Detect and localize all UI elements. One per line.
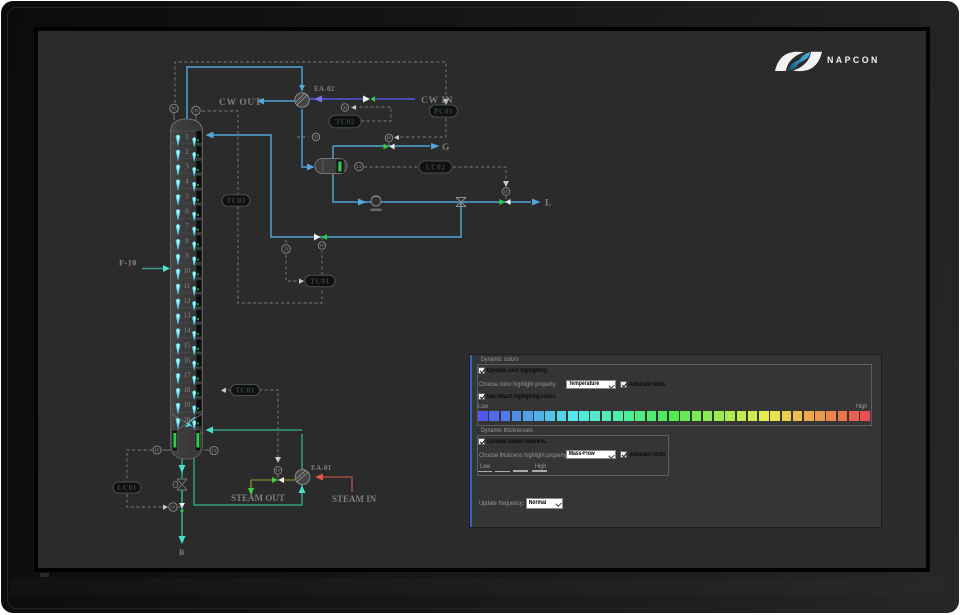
- svg-text:9: 9: [185, 252, 189, 260]
- svg-text:G: G: [442, 143, 450, 153]
- svg-text:CW OUT: CW OUT: [219, 98, 262, 108]
- svg-text:8: 8: [185, 237, 189, 245]
- svg-text:2: 2: [185, 148, 189, 156]
- svg-text:18: 18: [184, 386, 192, 394]
- svg-text:3: 3: [185, 163, 189, 171]
- svg-text:B: B: [179, 548, 185, 557]
- svg-text:15: 15: [184, 342, 192, 350]
- svg-text:STEAM IN: STEAM IN: [332, 494, 377, 504]
- svg-text:LC02: LC02: [426, 163, 446, 172]
- svg-text:TC02: TC02: [335, 117, 355, 126]
- svg-text:7: 7: [185, 222, 189, 230]
- svg-text:CW IN: CW IN: [421, 96, 453, 106]
- svg-text:6: 6: [185, 207, 189, 215]
- svg-text:F-10: F-10: [119, 258, 137, 268]
- svg-text:AI: AI: [343, 105, 348, 110]
- svg-text:EA-01: EA-01: [311, 464, 332, 472]
- svg-text:TC03: TC03: [226, 196, 246, 205]
- svg-text:17: 17: [184, 371, 192, 379]
- svg-text:14: 14: [184, 327, 192, 335]
- svg-text:LI: LI: [357, 164, 361, 169]
- svg-text:PT: PT: [172, 106, 177, 111]
- svg-text:TI: TI: [284, 247, 288, 252]
- svg-text:TV: TV: [319, 243, 324, 248]
- svg-text:LI: LI: [212, 448, 216, 453]
- svg-text:LC01: LC01: [117, 483, 137, 492]
- svg-text:PV: PV: [386, 136, 391, 141]
- svg-text:16: 16: [184, 356, 192, 364]
- svg-text:LT: LT: [155, 448, 160, 453]
- svg-text:12: 12: [184, 297, 192, 305]
- svg-text:LV: LV: [171, 505, 176, 510]
- svg-text:L: L: [545, 199, 552, 209]
- svg-text:TI: TI: [314, 135, 318, 140]
- svg-text:EA-02: EA-02: [314, 85, 335, 93]
- svg-text:19: 19: [184, 401, 192, 409]
- svg-text:TC01: TC01: [310, 277, 330, 286]
- svg-text:LV: LV: [504, 189, 509, 194]
- svg-text:1: 1: [185, 133, 189, 141]
- svg-text:10: 10: [184, 267, 192, 275]
- svg-text:20: 20: [184, 416, 192, 424]
- svg-text:13: 13: [184, 312, 192, 320]
- svg-text:TC01: TC01: [235, 386, 255, 395]
- svg-text:TI: TI: [194, 108, 198, 113]
- svg-text:11: 11: [184, 282, 191, 290]
- svg-text:5: 5: [185, 193, 189, 201]
- svg-text:NAPCON: NAPCON: [827, 55, 880, 65]
- svg-text:PC01: PC01: [434, 107, 453, 116]
- svg-text:STEAM OUT: STEAM OUT: [231, 493, 285, 503]
- svg-text:TV: TV: [275, 468, 280, 473]
- svg-text:4: 4: [185, 178, 189, 186]
